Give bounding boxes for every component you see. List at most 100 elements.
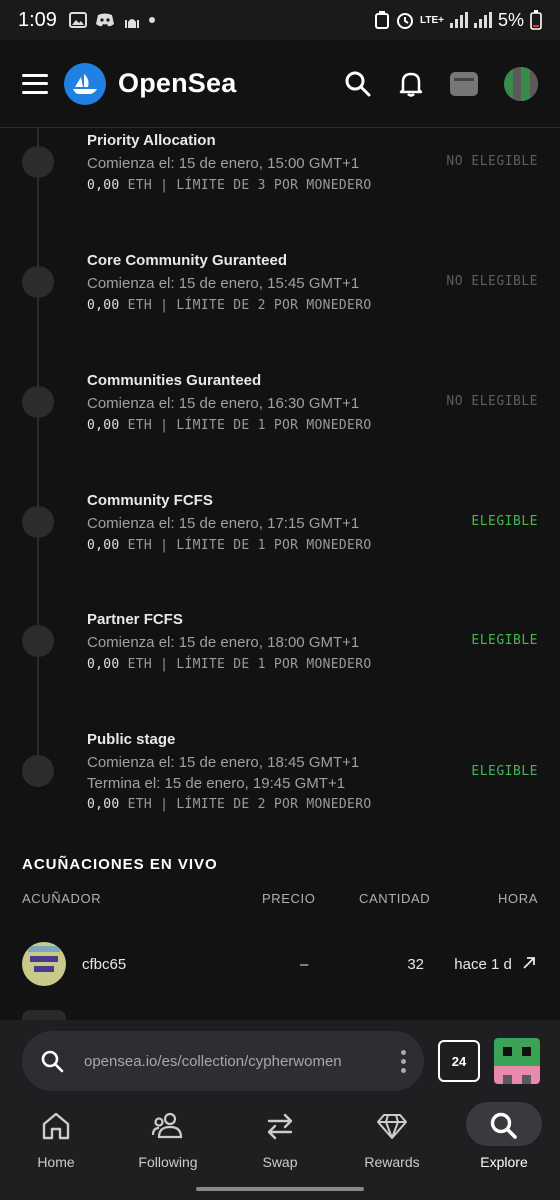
gesture-handle[interactable] bbox=[196, 1187, 364, 1191]
menu-icon[interactable] bbox=[22, 73, 48, 94]
network-type: LTE+ bbox=[420, 14, 444, 26]
alarm-icon bbox=[397, 13, 413, 29]
nav-swap[interactable]: Swap bbox=[224, 1102, 336, 1178]
signal-icon bbox=[449, 12, 468, 28]
tab-switcher-button[interactable]: 24 bbox=[438, 1040, 480, 1082]
search-icon bbox=[41, 1050, 64, 1073]
status-bar: 1:09 LTE+ 5% bbox=[0, 0, 560, 40]
bell-icon[interactable] bbox=[398, 70, 424, 98]
mint-quantity: 32 bbox=[407, 956, 424, 973]
url-text[interactable]: opensea.io/es/collection/cypherwomen bbox=[84, 1053, 359, 1070]
stage-start-time: Comienza el: 15 de enero, 18:00 GMT+1 bbox=[87, 634, 360, 651]
address-bar[interactable]: opensea.io/es/collection/cypherwomen bbox=[22, 1031, 424, 1091]
brand-name[interactable]: OpenSea bbox=[118, 68, 236, 99]
column-minter: ACUÑADOR bbox=[22, 891, 102, 906]
wallet-icon[interactable] bbox=[450, 71, 478, 96]
stage-dot bbox=[22, 146, 54, 178]
table-row[interactable]: cfbc65 – 32 hace 1 d bbox=[0, 940, 560, 988]
tab-count: 24 bbox=[451, 1053, 467, 1069]
stage-price-value: 0,00 bbox=[87, 797, 120, 812]
stage-start-time: Comienza el: 15 de enero, 15:45 GMT+1 bbox=[87, 275, 360, 292]
battery-percent: 5% bbox=[497, 9, 524, 30]
stage-price-limit: 0,00 ETH | LÍMITE DE 1 POR MONEDERO bbox=[87, 657, 371, 672]
stage-title: Partner FCFS bbox=[87, 611, 183, 628]
live-mints-title: ACUÑACIONES EN VIVO bbox=[22, 856, 218, 873]
stage-start-time: Comienza el: 15 de enero, 15:00 GMT+1 bbox=[87, 155, 360, 172]
nav-label: Home bbox=[37, 1154, 75, 1170]
stage-limit-text: ETH | LÍMITE DE 2 POR MONEDERO bbox=[119, 298, 372, 313]
diamond-icon bbox=[374, 1108, 410, 1144]
stage-limit-text: ETH | LÍMITE DE 1 POR MONEDERO bbox=[119, 657, 372, 672]
stage-title: Priority Allocation bbox=[87, 132, 216, 149]
stage-price-value: 0,00 bbox=[87, 178, 120, 193]
nav-home[interactable]: Home bbox=[0, 1102, 112, 1178]
stage-dot bbox=[22, 625, 54, 657]
minter-avatar bbox=[22, 942, 66, 986]
mint-price: – bbox=[300, 956, 309, 973]
nav-label: Swap bbox=[262, 1154, 298, 1170]
stage-price-value: 0,00 bbox=[87, 538, 120, 553]
stage-price-limit: 0,00 ETH | LÍMITE DE 2 POR MONEDERO bbox=[87, 797, 371, 812]
stage-timeline bbox=[37, 128, 39, 778]
nav-following[interactable]: Following bbox=[112, 1102, 224, 1178]
column-price: PRECIO bbox=[262, 891, 316, 906]
minter-name[interactable]: cfbc65 bbox=[82, 956, 126, 973]
stage-dot bbox=[22, 755, 54, 787]
profile-avatar[interactable] bbox=[504, 66, 538, 101]
stage-price-limit: 0,00 ETH | LÍMITE DE 3 POR MONEDERO bbox=[87, 178, 371, 193]
home-icon bbox=[38, 1108, 74, 1144]
stage-end-time: Termina el: 15 de enero, 19:45 GMT+1 bbox=[87, 775, 346, 792]
eligibility-badge: NO ELEGIBLE bbox=[446, 154, 538, 169]
column-quantity: CANTIDAD bbox=[359, 891, 431, 906]
stage-price-limit: 0,00 ETH | LÍMITE DE 1 POR MONEDERO bbox=[87, 418, 371, 433]
nav-explore[interactable]: Explore bbox=[448, 1102, 560, 1178]
stage-price-value: 0,00 bbox=[87, 298, 120, 313]
stage-limit-text: ETH | LÍMITE DE 1 POR MONEDERO bbox=[119, 418, 372, 433]
nav-rewards[interactable]: Rewards bbox=[336, 1102, 448, 1178]
eligibility-badge: ELEGIBLE bbox=[471, 764, 538, 779]
eligibility-badge: ELEGIBLE bbox=[471, 633, 538, 648]
discord-icon bbox=[95, 13, 114, 27]
stage-price-value: 0,00 bbox=[87, 418, 120, 433]
nav-label: Rewards bbox=[364, 1154, 420, 1170]
swap-icon bbox=[262, 1108, 298, 1144]
stage-price-value: 0,00 bbox=[87, 657, 120, 672]
dot-icon bbox=[148, 17, 155, 23]
stage-price-limit: 0,00 ETH | LÍMITE DE 2 POR MONEDERO bbox=[87, 298, 371, 313]
nav-label: Following bbox=[138, 1154, 198, 1170]
browser-toolbar: opensea.io/es/collection/cypherwomen 24 bbox=[0, 1020, 560, 1102]
stage-title: Communities Guranteed bbox=[87, 372, 262, 389]
stage-limit-text: ETH | LÍMITE DE 2 POR MONEDERO bbox=[119, 797, 372, 812]
signal-icon-2 bbox=[473, 12, 492, 28]
account-avatar[interactable] bbox=[494, 1038, 540, 1084]
eligibility-badge: ELEGIBLE bbox=[471, 514, 538, 529]
image-icon bbox=[68, 12, 87, 28]
column-time: HORA bbox=[498, 891, 538, 906]
stage-start-time: Comienza el: 15 de enero, 17:15 GMT+1 bbox=[87, 515, 360, 532]
battery-icon bbox=[530, 10, 542, 30]
search-icon[interactable] bbox=[344, 70, 372, 98]
stage-start-time: Comienza el: 15 de enero, 16:30 GMT+1 bbox=[87, 395, 360, 412]
people-icon bbox=[150, 1108, 186, 1144]
stage-limit-text: ETH | LÍMITE DE 3 POR MONEDERO bbox=[119, 178, 372, 193]
battery-saver-icon bbox=[375, 11, 389, 29]
bottom-navigation: Home Following Swap Rewards Explore bbox=[0, 1102, 560, 1178]
stage-title: Public stage bbox=[87, 731, 176, 748]
mint-time-link[interactable]: hace 1 d bbox=[454, 956, 536, 973]
external-link-icon bbox=[523, 957, 535, 969]
stage-price-limit: 0,00 ETH | LÍMITE DE 1 POR MONEDERO bbox=[87, 538, 371, 553]
more-options-icon[interactable] bbox=[401, 1049, 406, 1073]
stage-dot bbox=[22, 386, 54, 418]
nav-label: Explore bbox=[480, 1154, 528, 1170]
mint-time: hace 1 d bbox=[454, 956, 512, 973]
app-header: OpenSea bbox=[0, 40, 560, 128]
search-icon bbox=[486, 1108, 522, 1144]
stage-title: Core Community Guranteed bbox=[87, 252, 288, 269]
mosque-icon bbox=[124, 19, 139, 28]
stage-limit-text: ETH | LÍMITE DE 1 POR MONEDERO bbox=[119, 538, 372, 553]
stage-start-time: Comienza el: 15 de enero, 18:45 GMT+1 bbox=[87, 754, 360, 771]
eligibility-badge: NO ELEGIBLE bbox=[446, 274, 538, 289]
stage-dot bbox=[22, 506, 54, 538]
opensea-logo[interactable] bbox=[64, 62, 106, 105]
status-time: 1:09 bbox=[18, 8, 57, 31]
